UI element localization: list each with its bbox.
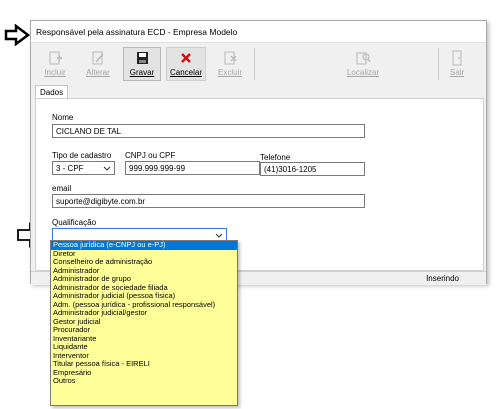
dropdown-option[interactable]: Titular pessoa física - EIRELI — [51, 360, 237, 369]
alterar-label: Alterar — [86, 68, 110, 77]
telefone-label: Telefone — [260, 153, 291, 162]
chevron-down-icon — [102, 164, 112, 173]
incluir-button[interactable]: Incluir — [37, 47, 73, 81]
edit-record-icon — [80, 50, 116, 66]
excluir-button[interactable]: Excluir — [211, 47, 249, 81]
gravar-button[interactable]: Gravar — [123, 47, 161, 81]
excluir-label: Excluir — [217, 68, 242, 77]
dropdown-option[interactable]: Interventor — [51, 352, 237, 361]
dropdown-option[interactable]: Empresário — [51, 369, 237, 378]
incluir-label: Incluir — [44, 68, 66, 77]
cancel-icon — [167, 50, 205, 66]
localizar-label: Localizar — [346, 68, 379, 77]
callout-arrow-icon — [4, 24, 30, 46]
dropdown-option[interactable]: Gestor judicial — [51, 318, 237, 327]
alterar-button[interactable]: Alterar — [79, 47, 117, 81]
dropdown-option[interactable]: Outros — [51, 377, 237, 386]
dropdown-option[interactable]: Administrador — [51, 267, 237, 276]
dropdown-option[interactable]: Liquidante — [51, 343, 237, 352]
dropdown-option[interactable]: Administrador judicial/gestor — [51, 309, 237, 318]
chevron-down-icon — [214, 231, 224, 240]
sair-label: Sair — [449, 68, 465, 77]
toolbar: Incluir Alterar Gravar Cancelar Excluir … — [31, 44, 486, 84]
status-mode: Inserindo — [426, 274, 459, 283]
nome-field[interactable]: CICLANO DE TAL — [52, 124, 365, 138]
toolbar-separator — [438, 48, 439, 80]
toolbar-separator — [254, 48, 255, 80]
nome-label: Nome — [52, 113, 74, 122]
cnpj-cpf-field[interactable]: 999.999.999-99 — [125, 161, 260, 175]
search-icon — [342, 50, 384, 66]
tipo-cadastro-select[interactable]: 3 - CPF — [52, 161, 115, 175]
screenshot-root: Responsável pela assinatura ECD - Empres… — [0, 0, 500, 409]
cancelar-button[interactable]: Cancelar — [166, 47, 206, 81]
gravar-label: Gravar — [129, 68, 155, 77]
dropdown-option[interactable]: Conselheiro de administração — [51, 258, 237, 267]
tipo-cadastro-label: Tipo de cadastro — [52, 151, 112, 160]
title-bar: Responsável pela assinatura ECD - Empres… — [31, 21, 486, 43]
save-icon — [124, 50, 160, 66]
cnpj-cpf-label: CNPJ ou CPF — [125, 151, 176, 160]
delete-record-icon — [212, 50, 248, 66]
add-record-icon — [38, 50, 72, 66]
dropdown-option[interactable]: Adm. (pessoa jurídica - profissional res… — [51, 301, 237, 310]
dropdown-option[interactable]: Pessoa jurídica (e-CNPJ ou e-PJ) — [51, 241, 237, 250]
dropdown-option[interactable]: Administrador judicial (pessoa física) — [51, 292, 237, 301]
dropdown-option[interactable]: Procurador — [51, 326, 237, 335]
exit-door-icon — [446, 50, 468, 66]
dropdown-option[interactable]: Inventariante — [51, 335, 237, 344]
cancelar-label: Cancelar — [169, 68, 202, 77]
tipo-cadastro-value: 3 - CPF — [56, 164, 84, 173]
telefone-field[interactable]: (41)3016-1205 — [260, 162, 365, 176]
sair-button[interactable]: Sair — [445, 47, 469, 81]
window-title: Responsável pela assinatura ECD - Empres… — [36, 27, 238, 37]
localizar-button[interactable]: Localizar — [341, 47, 385, 81]
dropdown-option[interactable]: Administrador de sociedade filiada — [51, 284, 237, 293]
dropdown-option[interactable]: Diretor — [51, 250, 237, 259]
tab-dados[interactable]: Dados — [35, 85, 68, 99]
qualificacao-label: Qualificação — [52, 218, 97, 227]
qualificacao-dropdown-list: Pessoa jurídica (e-CNPJ ou e-PJ) Diretor C… — [50, 240, 238, 406]
email-label: email — [52, 184, 72, 193]
dropdown-option[interactable]: Administrador de grupo — [51, 275, 237, 284]
tab-strip: Dados — [33, 85, 484, 99]
email-field[interactable]: suporte@digibyte.com.br — [52, 194, 365, 208]
